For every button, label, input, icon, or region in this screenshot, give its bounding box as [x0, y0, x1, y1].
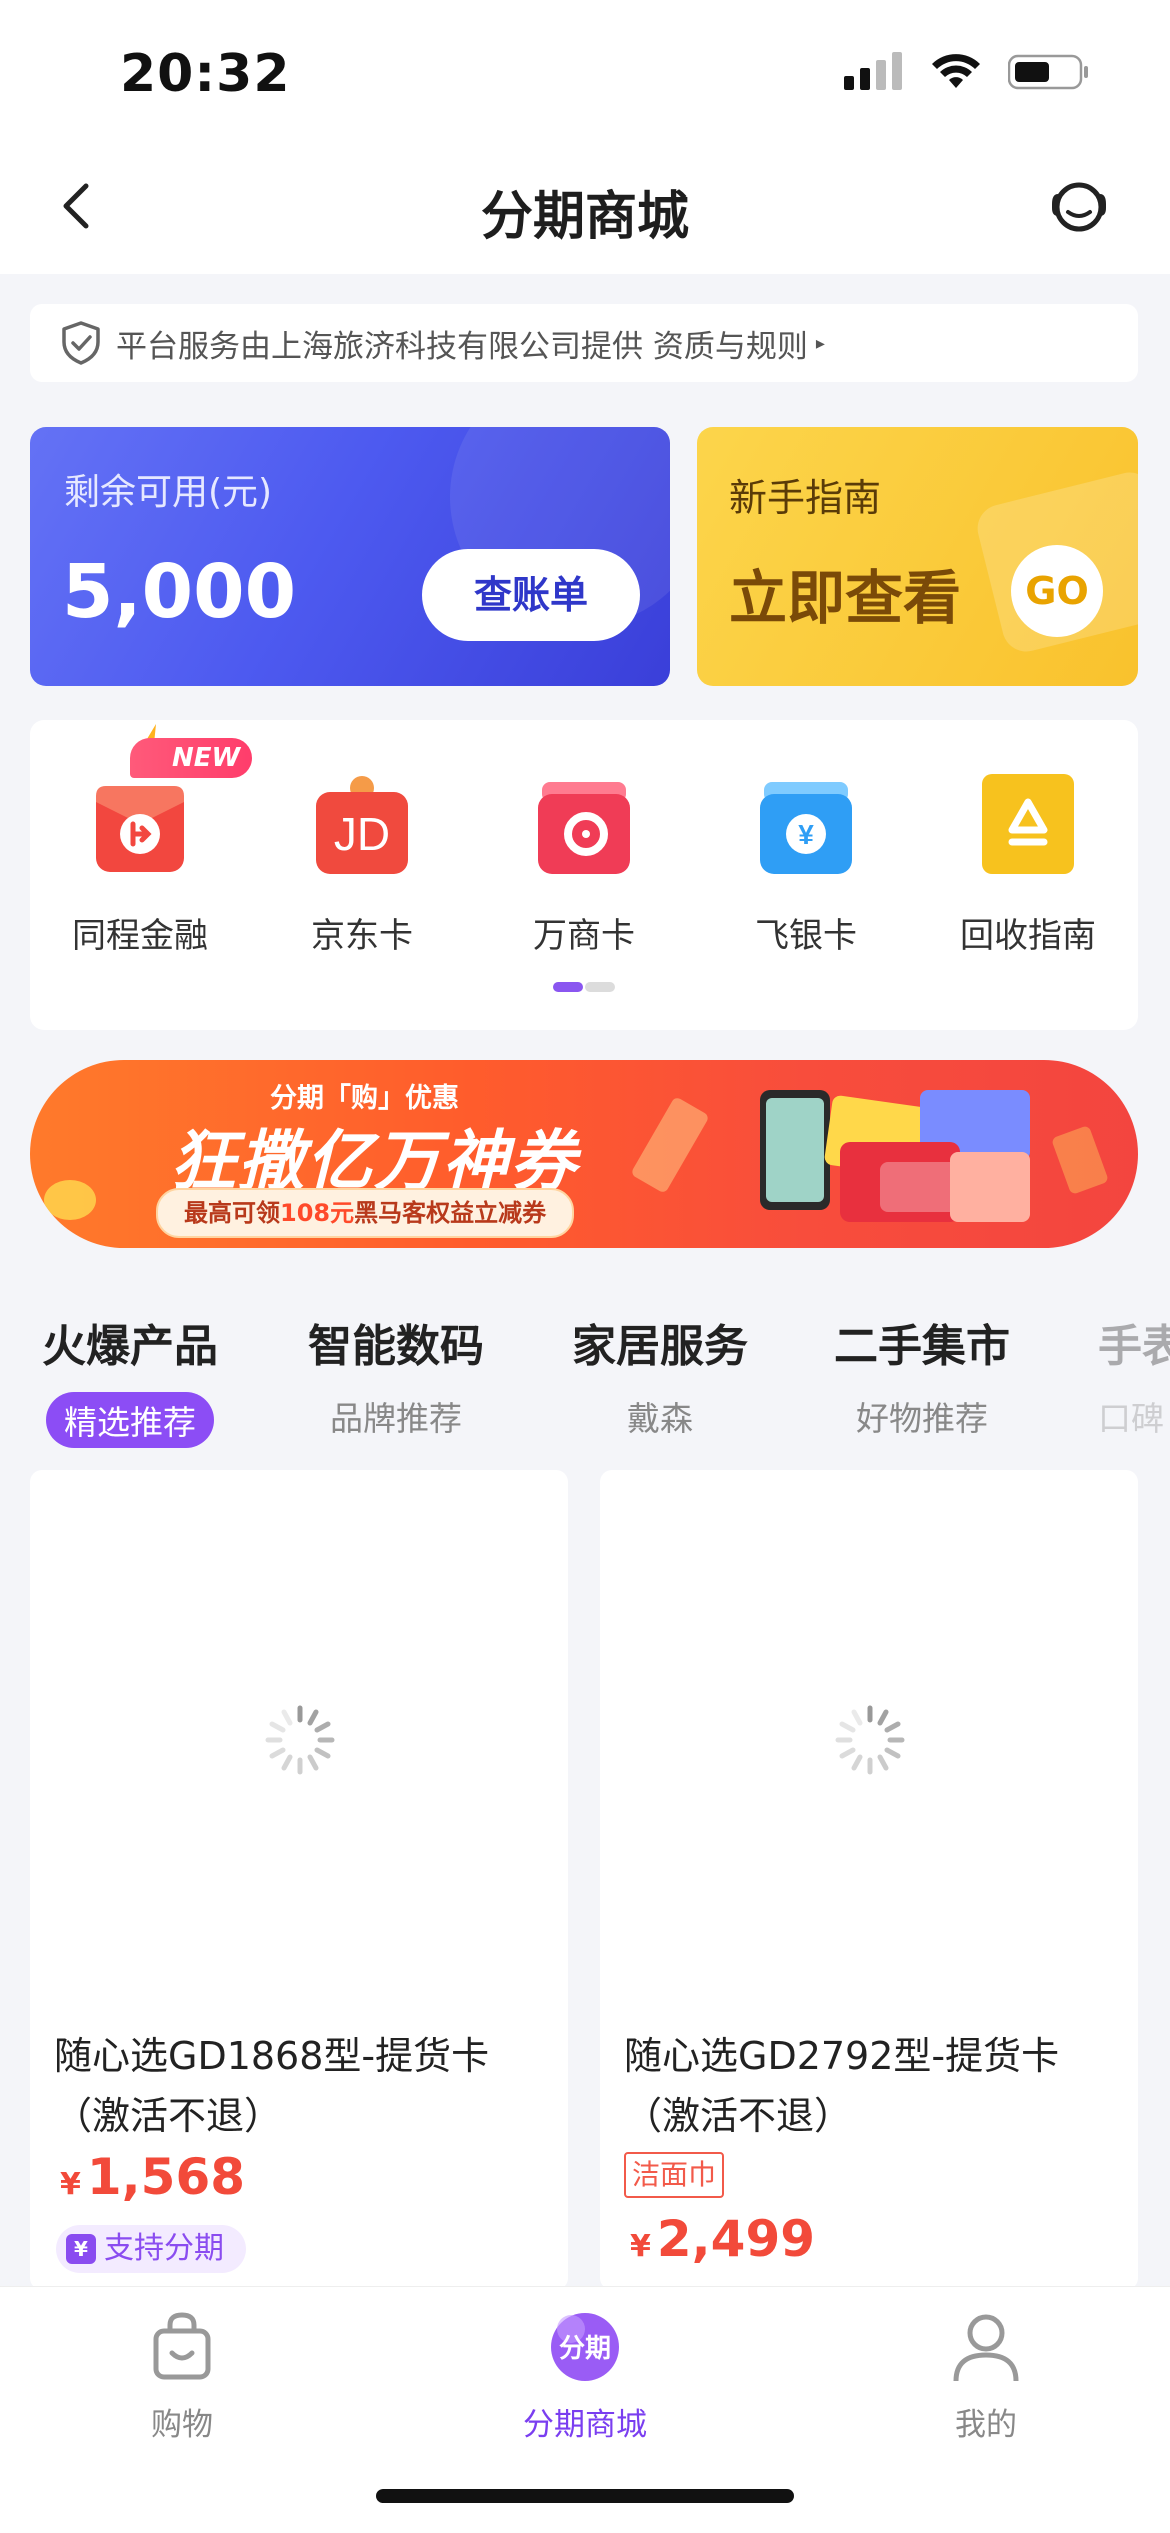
notice-text: 平台服务由上海旅济科技有限公司提供 资质与规则	[116, 328, 808, 365]
tab-name: 智能数码	[308, 1321, 484, 1372]
status-time: 20:32	[120, 44, 291, 104]
new-badge: NEW	[130, 738, 253, 778]
battery-icon	[1008, 54, 1088, 90]
tab-shopping[interactable]: 购物	[82, 2309, 282, 2444]
tab-label: 我的	[955, 2407, 1017, 2443]
tab-name: 手表	[1098, 1321, 1170, 1372]
coupon-tag: 洁面巾	[624, 2152, 725, 2198]
view-bill-button[interactable]: 查账单	[422, 549, 640, 641]
product-price: ¥2,499	[630, 2210, 815, 2268]
cellular-signal-icon	[844, 52, 902, 90]
tab-label: 分期商城	[523, 2407, 647, 2443]
status-icons	[844, 52, 1090, 92]
credit-amount: 5,000	[62, 549, 297, 635]
product-price: ¥1,568	[60, 2148, 245, 2206]
product-card[interactable]: 随心选GD1868型-提货卡（激活不退） ¥1,568 ¥ 支持分期	[30, 1470, 568, 2290]
product-name: 随心选GD1868型-提货卡（激活不退）	[54, 2034, 490, 2138]
jd-card-icon: JD	[316, 776, 408, 874]
feiyin-card-icon: ¥	[760, 782, 852, 874]
pill-suffix: 黑马客权益立减券	[354, 1199, 547, 1227]
promo-products-illustration	[760, 1090, 1030, 1222]
tab-sub: 好物推荐	[856, 1399, 988, 1438]
product-image	[30, 1470, 568, 1990]
category-tabs: 火爆产品 精选推荐 智能数码 品牌推荐 家居服务 戴森 二手集市 好物推荐 手表…	[0, 1310, 1170, 1450]
pill-highlight: 108元	[280, 1199, 355, 1227]
tab-sub: 口碑	[1098, 1399, 1164, 1438]
tab-home-services[interactable]: 家居服务 戴森	[560, 1310, 760, 1440]
shortcut-label: 飞银卡	[755, 916, 857, 956]
tab-smart-digital[interactable]: 智能数码 品牌推荐	[296, 1310, 496, 1440]
nav-bar: 分期商城	[0, 140, 1170, 274]
page-dot-active	[553, 982, 583, 992]
page-dot	[585, 982, 615, 992]
shortcut-label: 万商卡	[533, 916, 635, 956]
shortcut-label: 同程金融	[72, 916, 208, 956]
svg-text:JD: JD	[334, 808, 390, 860]
pill-prefix: 最高可领	[184, 1199, 280, 1227]
shortcut-tongcheng-finance[interactable]: 同程金融	[30, 772, 250, 957]
shortcut-jd-card[interactable]: JD 京东卡	[252, 772, 472, 957]
currency-symbol: ¥	[630, 2229, 651, 2264]
tab-hot-products[interactable]: 火爆产品 精选推荐	[30, 1310, 230, 1448]
credit-balance-card: 剩余可用(元) 5,000 查账单	[30, 427, 670, 686]
shortcut-label: 京东卡	[311, 916, 413, 956]
tab-mine[interactable]: 我的	[886, 2309, 1086, 2444]
installment-mall-icon: 分期	[551, 2313, 619, 2381]
home-indicator	[376, 2489, 794, 2503]
installment-tag: ¥ 支持分期	[56, 2225, 246, 2273]
tab-sub: 戴森	[627, 1399, 693, 1438]
shield-check-icon	[62, 321, 100, 365]
red-envelope-icon	[96, 786, 184, 872]
page-indicator	[553, 982, 615, 992]
user-profile-icon	[953, 2314, 1019, 2382]
installment-mall-icon-text: 分期	[559, 2334, 611, 2364]
tab-name: 二手集市	[834, 1321, 1010, 1372]
shortcut-label: 回收指南	[960, 916, 1096, 956]
tab-label: 购物	[151, 2407, 213, 2443]
shortcut-recycle-guide[interactable]: 回收指南	[918, 772, 1138, 957]
recycle-icon	[982, 774, 1074, 874]
status-bar: 20:32	[0, 0, 1170, 140]
go-button[interactable]: GO	[1011, 545, 1103, 637]
promo-banner[interactable]: 分期「购」优惠 狂撒亿万神券 最高可领108元黑马客权益立减券	[30, 1060, 1138, 1248]
currency-symbol: ¥	[60, 2167, 81, 2202]
guide-cta: 立即查看	[729, 564, 962, 632]
price-value: 1,568	[86, 2148, 246, 2206]
platform-notice[interactable]: 平台服务由上海旅济科技有限公司提供 资质与规则 ▸	[30, 304, 1138, 382]
loading-spinner-icon	[835, 1705, 905, 1775]
shopping-bag-icon	[153, 2312, 211, 2380]
tab-second-hand[interactable]: 二手集市 好物推荐	[822, 1310, 1022, 1440]
bottom-tab-bar: 购物 分期 分期商城 我的	[0, 2286, 1170, 2533]
tab-installment-mall[interactable]: 分期 分期商城	[485, 2309, 685, 2444]
promo-pill: 最高可领108元黑马客权益立减券	[156, 1188, 575, 1238]
shortcut-wanshang-card[interactable]: 万商卡	[474, 772, 694, 957]
price-value: 2,499	[656, 2210, 816, 2268]
tab-name: 家居服务	[572, 1321, 748, 1372]
tab-sub: 品牌推荐	[330, 1399, 462, 1438]
shortcut-feiyin-card[interactable]: ¥ 飞银卡	[696, 772, 916, 957]
svg-text:¥: ¥	[798, 819, 814, 850]
tab-name: 火爆产品	[42, 1321, 218, 1372]
customer-service-icon[interactable]	[1046, 174, 1112, 240]
wanshang-card-icon	[538, 782, 630, 874]
installment-label: 支持分期	[104, 2231, 224, 2266]
shortcut-grid: 同程金融 JD 京东卡 万商卡 ¥ 飞银卡 回收指南 NEW	[30, 720, 1138, 1030]
tab-watches[interactable]: 手表 口碑	[1098, 1310, 1170, 1440]
product-card[interactable]: 随心选GD2792型-提货卡（激活不退） 洁面巾 ¥2,499	[600, 1470, 1138, 2290]
notice-arrow-icon: ▸	[815, 332, 825, 354]
tab-sub: 精选推荐	[46, 1392, 214, 1448]
beginner-guide-card[interactable]: 新手指南 立即查看 GO	[697, 427, 1138, 686]
page-title: 分期商城	[480, 187, 689, 247]
product-name: 随心选GD2792型-提货卡（激活不退）	[624, 2034, 1060, 2138]
guide-label: 新手指南	[729, 476, 882, 520]
product-image	[600, 1470, 1138, 1990]
installment-icon: ¥	[66, 2234, 96, 2264]
wifi-icon	[932, 54, 980, 88]
credit-label: 剩余可用(元)	[64, 472, 273, 513]
loading-spinner-icon	[265, 1705, 335, 1775]
